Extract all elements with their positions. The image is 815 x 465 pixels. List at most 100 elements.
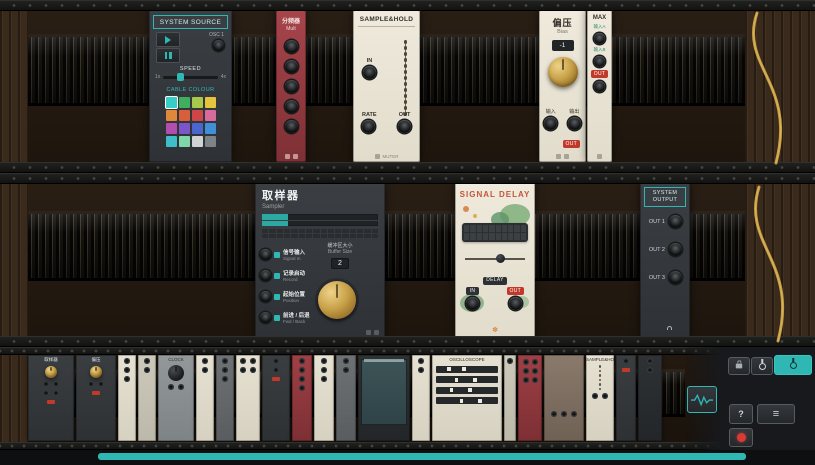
zero-line: [262, 220, 378, 221]
step-cell: [284, 234, 290, 238]
rack-scrollbar-thumb[interactable]: [98, 453, 746, 460]
rate-jack[interactable]: [362, 120, 375, 133]
record-icon: [737, 433, 746, 442]
mini-module[interactable]: [196, 355, 214, 441]
mini-module[interactable]: [236, 355, 260, 441]
play-button[interactable]: [156, 32, 180, 47]
mini-module[interactable]: [118, 355, 136, 441]
scope-view-button[interactable]: [687, 386, 717, 413]
mini-module[interactable]: [544, 355, 584, 441]
help-button[interactable]: ?: [729, 404, 753, 424]
mini-module[interactable]: [504, 355, 516, 441]
record-button[interactable]: [729, 428, 753, 447]
input-jack[interactable]: [260, 270, 271, 281]
in-jack[interactable]: [466, 297, 479, 310]
module-signal-delay[interactable]: SIGNAL DELAY DELAY IN OUT ✽: [455, 182, 535, 338]
decor: [561, 411, 567, 417]
module-sample-hold[interactable]: SAMPLE&HOLD IN RATE OUT MUTER: [353, 10, 420, 162]
mult-jack[interactable]: [285, 100, 298, 113]
cable-colour-swatch[interactable]: [179, 97, 190, 108]
cable-colour-swatch[interactable]: [166, 97, 177, 108]
input-jack[interactable]: [260, 291, 271, 302]
module-mult[interactable]: 分频器 Mult: [276, 10, 306, 162]
mini-module[interactable]: [314, 355, 334, 441]
input-a-jack[interactable]: [594, 33, 605, 44]
out-jack[interactable]: [398, 120, 411, 133]
mult-jack[interactable]: [285, 40, 298, 53]
mini-module-clock[interactable]: CLOCK: [158, 355, 194, 441]
mini-module-screen[interactable]: [358, 355, 410, 441]
cable-mode-button[interactable]: [774, 355, 812, 375]
help-label: ?: [738, 409, 744, 419]
buffer-size-display[interactable]: 2: [331, 258, 349, 269]
mini-module[interactable]: [412, 355, 430, 441]
input-jack[interactable]: [260, 312, 271, 323]
mult-jack[interactable]: [285, 60, 298, 73]
menu-button[interactable]: ≡: [757, 404, 795, 424]
input-b-jack[interactable]: [594, 56, 605, 67]
mini-module[interactable]: [138, 355, 156, 441]
osc1-output-jack[interactable]: [213, 40, 224, 51]
slider-handle[interactable]: [496, 254, 505, 263]
input-jack[interactable]: [544, 117, 557, 130]
cable-colour-swatch[interactable]: [166, 136, 177, 147]
mini-module-sampler[interactable]: 取样器: [28, 355, 74, 441]
mini-module[interactable]: [638, 355, 662, 441]
output-jack[interactable]: [669, 271, 682, 284]
decor: [321, 358, 327, 364]
module-max[interactable]: MAX 输入A 输入B OUT: [587, 10, 612, 162]
step-cell: [321, 229, 327, 233]
cable-colour-swatch[interactable]: [205, 110, 216, 121]
output-jack[interactable]: [568, 117, 581, 130]
delay-slider[interactable]: [465, 254, 525, 263]
mini-module-sample-hold[interactable]: SAMPLE&HOLD: [586, 355, 614, 441]
mult-jack[interactable]: [285, 120, 298, 133]
module-bias[interactable]: 偏压 Bias -1 输入 输出 OUT: [539, 10, 586, 162]
rack-rail: [0, 173, 815, 184]
cable-colour-swatch[interactable]: [166, 123, 177, 134]
cable-colour-swatch[interactable]: [179, 123, 190, 134]
mini-module[interactable]: [518, 355, 542, 441]
out-jack[interactable]: [594, 81, 605, 92]
input-jack[interactable]: [260, 249, 271, 260]
mini-module[interactable]: [216, 355, 234, 441]
output-jack[interactable]: [669, 215, 682, 228]
unplug-button[interactable]: [751, 357, 773, 375]
cable-colour-swatch[interactable]: [166, 110, 177, 121]
module-system-source[interactable]: SYSTEM SOURCE OSC 1 SPEED 1x 4x CABLE CO…: [149, 10, 232, 162]
lock-button[interactable]: [728, 357, 750, 375]
module-sampler[interactable]: 取样器 Sampler 信号输入Signal In记录启动Record起始位置P…: [255, 182, 385, 338]
row-icon: [274, 273, 280, 279]
cable-colour-swatch[interactable]: [205, 136, 216, 147]
cable-colour-swatch[interactable]: [179, 110, 190, 121]
in-jack[interactable]: [363, 66, 376, 79]
mini-module-oscilloscope[interactable]: OSCILLOSCOPE: [432, 355, 502, 441]
cable-colour-swatch[interactable]: [179, 136, 190, 147]
speed-slider-track[interactable]: [163, 76, 217, 79]
step-cell: [342, 229, 348, 233]
bias-knob[interactable]: [548, 57, 578, 87]
sampler-knob[interactable]: [318, 281, 356, 319]
brand-logo: [276, 154, 306, 159]
rack-scrollbar-track[interactable]: [0, 450, 815, 465]
mini-module[interactable]: [336, 355, 356, 441]
cable-colour-swatch[interactable]: [192, 136, 203, 147]
mini-module-bias[interactable]: 偏压: [76, 355, 116, 441]
module-system-output[interactable]: SYSTEM OUTPUT OUT 1OUT 2OUT 3: [640, 182, 690, 338]
mini-module[interactable]: [262, 355, 290, 441]
pause-button[interactable]: [156, 48, 180, 63]
mini-module-mult[interactable]: [292, 355, 312, 441]
cable-colour-swatch[interactable]: [192, 123, 203, 134]
mini-module[interactable]: [616, 355, 636, 441]
cable-colour-swatch[interactable]: [192, 110, 203, 121]
speed-slider-handle[interactable]: [177, 73, 184, 81]
brand-logo: MUTER: [353, 154, 420, 159]
output-jack[interactable]: [669, 243, 682, 256]
cable-colour-swatch[interactable]: [205, 123, 216, 134]
out-jack[interactable]: [509, 297, 522, 310]
mult-jack[interactable]: [285, 80, 298, 93]
cable-colour-swatch[interactable]: [192, 97, 203, 108]
bias-value-display[interactable]: -1: [552, 40, 574, 51]
brand-logo: [587, 154, 612, 159]
cable-colour-swatch[interactable]: [205, 97, 216, 108]
